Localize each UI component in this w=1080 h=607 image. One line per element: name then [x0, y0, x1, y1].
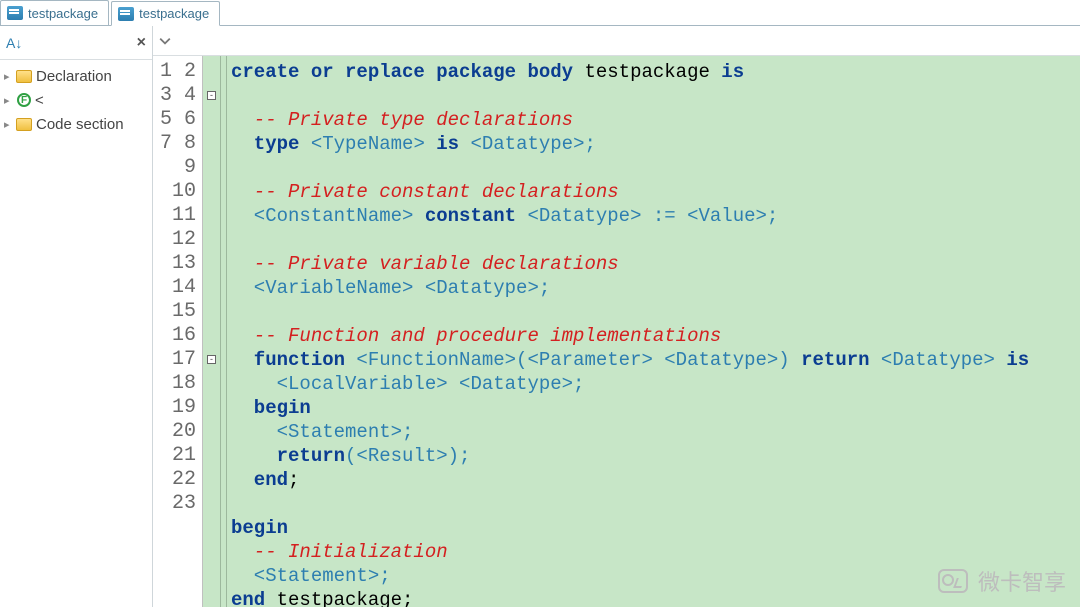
chevron-right-icon: ▸ — [4, 70, 14, 83]
tab-testpackage-1[interactable]: testpackage — [0, 0, 109, 25]
function-icon: F — [17, 93, 31, 107]
tab-label: testpackage — [28, 6, 98, 21]
sort-icon[interactable]: A↓ — [6, 35, 22, 51]
tree-item-label: Declaration — [36, 68, 112, 85]
tree-item-code-section[interactable]: ▸ Code section — [2, 112, 152, 136]
app-root: testpackage testpackage A↓ × ▸ Declarati… — [0, 0, 1080, 607]
tab-label: testpackage — [139, 6, 209, 21]
tree-item-label: Code section — [36, 116, 124, 133]
tree-item-declaration[interactable]: ▸ Declaration — [2, 64, 152, 88]
tree-item-label: < — [35, 92, 44, 109]
package-icon — [118, 7, 134, 21]
package-icon — [7, 6, 23, 20]
breadcrumb-bar[interactable] — [153, 26, 1080, 56]
folder-icon — [16, 118, 32, 131]
main-split: A↓ × ▸ Declaration ▸ F < ▸ Code section — [0, 26, 1080, 607]
tab-testpackage-2[interactable]: testpackage — [111, 1, 220, 26]
structure-sidebar: A↓ × ▸ Declaration ▸ F < ▸ Code section — [0, 26, 153, 607]
fold-toggle[interactable]: - — [207, 91, 216, 100]
code-editor[interactable]: 1 2 3 4 5 6 7 8 9 10 11 12 13 14 15 16 1… — [153, 56, 1080, 607]
editor-tabbar: testpackage testpackage — [0, 0, 1080, 26]
code-area[interactable]: create or replace package body testpacka… — [227, 56, 1080, 607]
sidebar-toolbar: A↓ × — [0, 26, 152, 60]
fold-strip[interactable]: -- — [203, 56, 221, 607]
folder-icon — [16, 70, 32, 83]
chevron-right-icon: ▸ — [4, 118, 14, 131]
line-number-gutter: 1 2 3 4 5 6 7 8 9 10 11 12 13 14 15 16 1… — [153, 56, 203, 607]
structure-tree: ▸ Declaration ▸ F < ▸ Code section — [0, 60, 152, 607]
fold-toggle[interactable]: - — [207, 355, 216, 364]
editor-panel: 1 2 3 4 5 6 7 8 9 10 11 12 13 14 15 16 1… — [153, 26, 1080, 607]
chevron-right-icon: ▸ — [4, 94, 14, 107]
chevron-down-icon — [159, 35, 171, 47]
close-icon[interactable]: × — [137, 34, 146, 52]
tree-item-func[interactable]: ▸ F < — [2, 88, 152, 112]
